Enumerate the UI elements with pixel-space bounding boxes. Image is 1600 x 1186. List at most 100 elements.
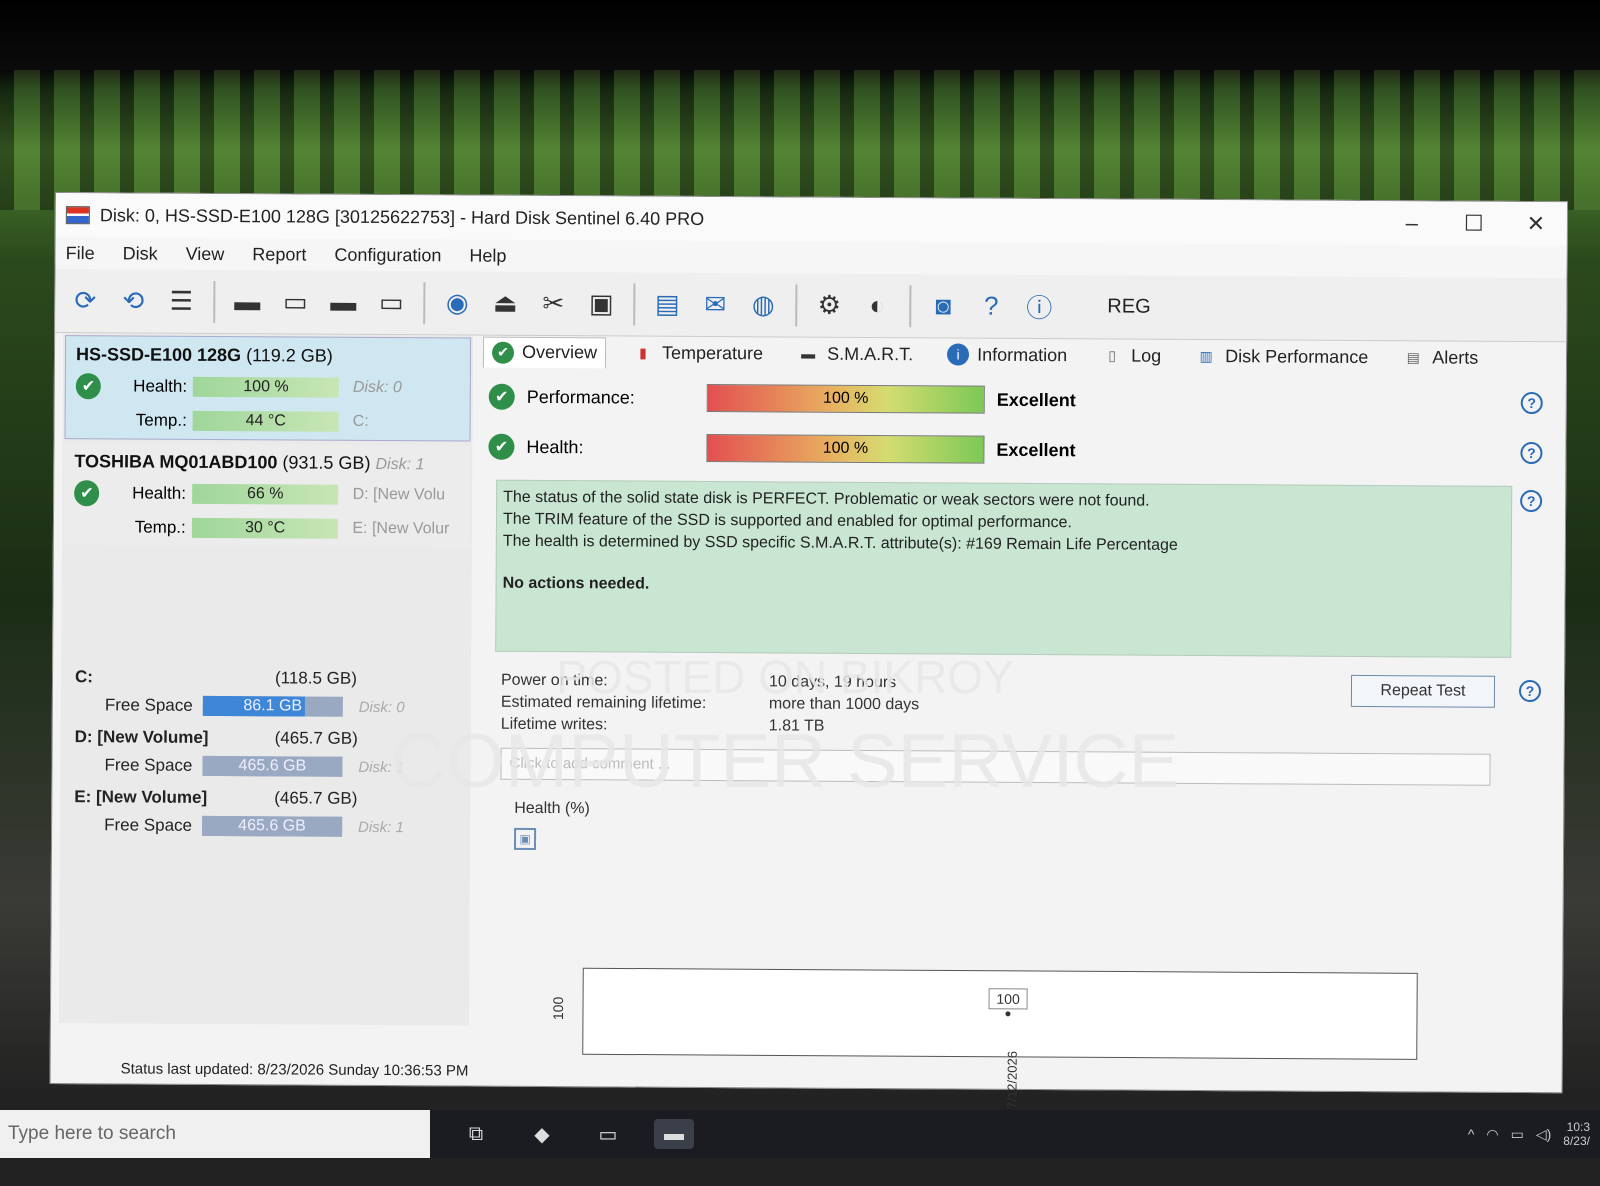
disk-list-panel: HS-SSD-E100 128G (119.2 GB) ✔ Health: 10… (58, 333, 474, 1026)
help-icon[interactable]: ? (1520, 489, 1543, 513)
report-icon[interactable]: ▤ (647, 284, 687, 324)
tab-log[interactable]: ▯ Log (1093, 340, 1169, 370)
writes-value: 1.81 TB (768, 717, 825, 735)
web-report-icon[interactable]: ◍ (743, 285, 783, 325)
hard-disk-sentinel-taskbar-icon[interactable]: ▬ (654, 1119, 694, 1149)
copilot-icon[interactable]: ◆ (522, 1119, 562, 1149)
menu-configuration[interactable]: Configuration (334, 244, 441, 266)
tab-label: Alerts (1432, 346, 1479, 368)
refresh-icon[interactable]: ⟳ (65, 281, 105, 321)
battery-icon[interactable]: ▭ (1511, 1126, 1524, 1143)
menu-disk[interactable]: Disk (123, 243, 158, 264)
disk-icon[interactable]: ▬ (227, 282, 267, 322)
sound-icon[interactable]: ◐ (857, 285, 897, 325)
registration-label: REG (1107, 295, 1151, 318)
free-space-label: Free Space (104, 755, 193, 775)
status-line: The health is determined by SSD specific… (502, 532, 1178, 554)
toolbar-separator (213, 280, 216, 323)
status-bar: Status last updated: 8/23/2026 Sunday 10… (120, 1060, 469, 1080)
temp-bar: 44 °C (192, 410, 339, 432)
help-icon[interactable]: ? (1520, 441, 1543, 465)
menu-report[interactable]: Report (252, 244, 306, 265)
screenshot-icon[interactable]: ◙ (923, 286, 963, 326)
network-icon[interactable]: ◠ (1486, 1126, 1498, 1143)
info-icon[interactable]: ⓘ (1019, 286, 1059, 326)
remaining-value: more than 1000 days (768, 695, 920, 714)
document-icon: ▯ (1108, 346, 1117, 363)
performance-value: 100 % (823, 389, 869, 407)
free-space-value: 465.6 GB (238, 817, 306, 835)
list-icon[interactable]: ☰ (161, 281, 201, 321)
taskbar-search[interactable]: Type here to search (0, 1110, 430, 1158)
tab-alerts[interactable]: ▤ Alerts (1394, 342, 1486, 373)
minimize-button[interactable]: – (1381, 201, 1443, 245)
free-space-label: Free Space (104, 695, 193, 715)
repeat-test-button[interactable]: Repeat Test (1350, 674, 1496, 708)
tab-disk-performance[interactable]: ▥ Disk Performance (1187, 341, 1376, 372)
ok-check-icon: ✔ (74, 480, 100, 507)
health-label: Health: (132, 483, 187, 503)
help-icon[interactable]: ? (1518, 679, 1542, 703)
help-icon[interactable]: ? (1520, 391, 1543, 415)
disk-check-icon[interactable]: ▬ (323, 282, 363, 322)
clock[interactable]: 10:3 8/23/ (1563, 1120, 1590, 1148)
backup-icon[interactable]: ▣ (581, 284, 621, 324)
free-space-label: Free Space (104, 815, 193, 835)
help-icon[interactable]: ? (971, 286, 1011, 326)
tab-overview[interactable]: ✔ Overview (482, 336, 607, 368)
task-view-icon[interactable]: ⧉ (456, 1119, 496, 1149)
drive-icon: ▬ (801, 345, 816, 362)
disk-search-icon[interactable]: ▭ (371, 282, 411, 322)
alerts-icon: ▤ (1406, 348, 1420, 365)
menu-view[interactable]: View (186, 243, 225, 264)
toolbar-separator (795, 284, 798, 327)
volume-disk: Disk: 1 (357, 818, 404, 836)
temp-value: 44 °C (245, 412, 286, 430)
chevron-up-icon[interactable]: ^ (1468, 1126, 1475, 1142)
disk-entry-1[interactable]: TOSHIBA MQ01ABD100 (931.5 GB) Disk: 1 ✔ … (63, 443, 471, 548)
health-value: 66 % (246, 485, 284, 503)
temp-bar: 30 °C (191, 517, 339, 539)
ok-check-icon: ✔ (488, 433, 515, 460)
performance-label: Performance: (526, 386, 635, 408)
volume-entry-c[interactable]: C: (118.5 GB) Free Space 86.1 GB Disk: 0 (67, 661, 465, 723)
tab-label: Information (977, 344, 1068, 365)
health-row: ✔ Health: 100 % Excellent ? (482, 424, 1552, 477)
disk-name: TOSHIBA MQ01ABD100 (74, 451, 278, 473)
menu-help[interactable]: Help (469, 245, 506, 266)
disk-index: Disk: 1 (375, 455, 425, 474)
disk-schedule-icon[interactable]: ▭ (275, 282, 315, 322)
maximize-button[interactable]: ☐ (1443, 201, 1505, 245)
system-tray: ^ ◠ ▭ ◁) 10:3 8/23/ (1468, 1120, 1590, 1148)
email-icon[interactable]: ✉ (695, 284, 735, 324)
volume-entry-d[interactable]: D: [New Volume] (465.7 GB) Free Space 465… (66, 721, 464, 783)
tab-smart[interactable]: ▬ S.M.A.R.T. (789, 338, 921, 369)
partition-label: E: [New Volur (352, 519, 450, 538)
temp-label: Temp.: (135, 410, 187, 430)
menu-file[interactable]: File (66, 243, 95, 264)
info-icon: i (947, 343, 970, 366)
disk-entry-0[interactable]: HS-SSD-E100 128G (119.2 GB) ✔ Health: 10… (64, 335, 472, 442)
health-label: Health: (526, 436, 584, 457)
volume-entry-e[interactable]: E: [New Volume] (465.7 GB) Free Space 465… (66, 781, 464, 843)
tab-information[interactable]: i Information (939, 339, 1075, 370)
comment-field[interactable]: Click to add comment ... (500, 747, 1491, 786)
settings-gear-icon[interactable]: ⚙ (809, 285, 849, 325)
volume-size: (465.7 GB) (274, 728, 358, 748)
volume-icon[interactable]: ◁) (1536, 1126, 1551, 1143)
eject-icon[interactable]: ⏏ (485, 283, 525, 323)
disk-surface-icon[interactable]: ◉ (437, 283, 477, 323)
free-space-value: 86.1 GB (243, 697, 303, 715)
partition-label: D: [New Volu (352, 485, 446, 504)
thermometer-icon: ▮ (639, 344, 647, 361)
tab-label: Disk Performance (1225, 345, 1369, 367)
health-meter: 100 % (706, 433, 985, 464)
volume-disk: Disk: 0 (358, 698, 405, 716)
tab-temperature[interactable]: ▮ Temperature (624, 337, 771, 368)
tools-icon[interactable]: ✂ (533, 283, 573, 323)
close-button[interactable]: ✕ (1505, 202, 1567, 246)
file-explorer-icon[interactable]: ▭ (588, 1119, 628, 1149)
refresh-warning-icon[interactable]: ⟲ (113, 281, 153, 321)
status-text-box: The status of the solid state disk is PE… (495, 479, 1513, 658)
save-icon[interactable]: ▣ (513, 827, 537, 850)
